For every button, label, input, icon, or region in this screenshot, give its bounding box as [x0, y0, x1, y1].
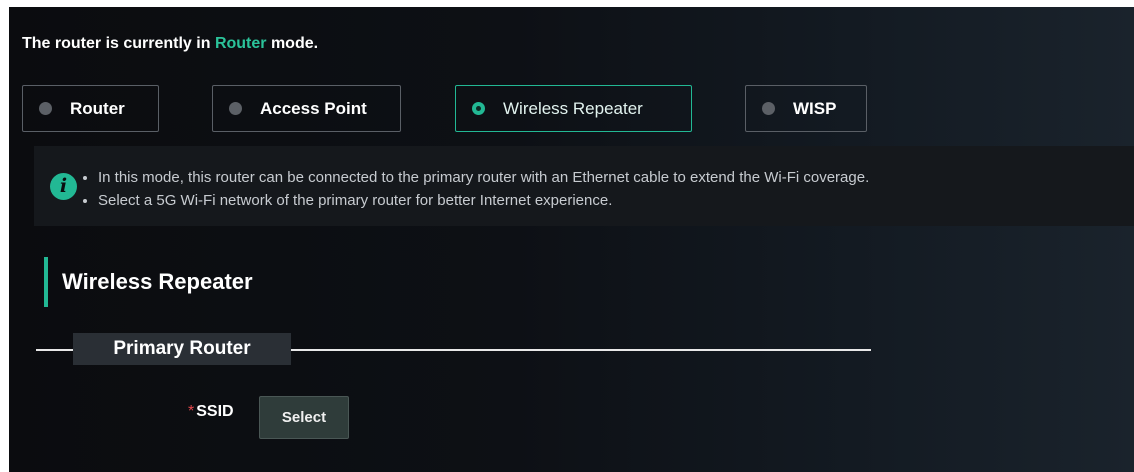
info-line: In this mode, this router can be connect… — [98, 166, 869, 189]
info-icon: i — [50, 173, 77, 200]
mode-option-label: Router — [70, 98, 125, 118]
ssid-label: * SSID — [188, 403, 234, 421]
router-mode-panel: The router is currently in Router mode. … — [9, 7, 1134, 472]
section-title: Wireless Repeater — [44, 257, 253, 307]
mode-option-router[interactable]: Router — [22, 85, 159, 132]
radio-unchecked-icon — [229, 102, 242, 115]
ssid-label-text: SSID — [196, 403, 234, 420]
status-suffix: mode. — [266, 35, 319, 52]
mode-option-access-point[interactable]: Access Point — [212, 85, 401, 132]
info-line: Select a 5G Wi-Fi network of the primary… — [98, 189, 869, 212]
info-notice: i In this mode, this router can be conne… — [34, 146, 1134, 226]
required-mark: * — [188, 403, 195, 420]
mode-option-wireless-repeater[interactable]: Wireless Repeater — [455, 85, 692, 132]
radio-unchecked-icon — [39, 102, 52, 115]
status-prefix: The router is currently in — [22, 35, 215, 52]
radio-checked-icon — [472, 102, 485, 115]
mode-option-label: Access Point — [260, 98, 367, 118]
info-list: In this mode, this router can be connect… — [80, 166, 869, 212]
radio-unchecked-icon — [762, 102, 775, 115]
divider-line — [36, 349, 73, 351]
mode-option-label: Wireless Repeater — [503, 98, 643, 118]
current-mode: Router — [214, 35, 267, 52]
subsection-title: Primary Router — [73, 333, 291, 365]
mode-option-wisp[interactable]: WISP — [745, 85, 867, 132]
divider-line — [291, 349, 871, 351]
ssid-select-button[interactable]: Select — [259, 396, 349, 439]
mode-option-label: WISP — [793, 98, 837, 118]
mode-status-text: The router is currently in Router mode. — [22, 35, 318, 53]
